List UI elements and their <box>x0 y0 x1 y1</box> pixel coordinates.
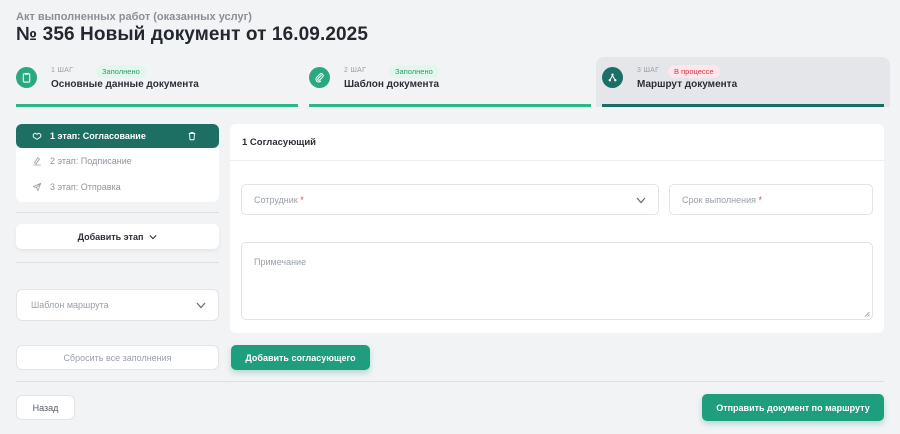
stage-item-signing[interactable]: 2 этап: Подписание <box>32 156 132 166</box>
stage-label: 2 этап: Подписание <box>50 156 132 166</box>
chevron-down-icon <box>149 234 157 239</box>
route-template-select[interactable]: Шаблон маршрута <box>16 289 219 321</box>
chevron-down-icon <box>196 302 206 309</box>
back-label: Назад <box>32 402 59 413</box>
divider <box>16 212 219 213</box>
trash-icon[interactable] <box>187 131 197 141</box>
divider <box>230 160 884 161</box>
step-progress-bar <box>16 104 298 107</box>
required-mark: * <box>300 195 304 205</box>
due-date-field[interactable]: Срок выполнения * <box>669 184 873 215</box>
route-template-placeholder: Шаблон маршрута <box>31 300 109 310</box>
approver-card: 1 Согласующий Сотрудник * Срок выполнени… <box>230 124 884 333</box>
reset-label: Сбросить все заполнения <box>63 352 172 363</box>
add-approver-label: Добавить согласующего <box>245 352 356 363</box>
stage-item-sending[interactable]: 3 этап: Отправка <box>32 182 121 192</box>
send-icon <box>32 182 42 192</box>
required-mark: * <box>758 195 763 205</box>
card-title: 1 Согласующий <box>242 137 317 148</box>
divider <box>16 262 219 263</box>
step-label: Шаблон документа <box>344 79 440 90</box>
note-textarea[interactable]: Примечание <box>241 242 873 320</box>
page-title: № 356 Новый документ от 16.09.2025 <box>16 24 369 45</box>
step-number: 3 ШАГ <box>637 67 660 74</box>
add-approver-button[interactable]: Добавить согласующего <box>231 345 370 370</box>
divider <box>16 381 884 382</box>
due-placeholder: Срок выполнения <box>682 195 756 205</box>
step-progress-bar <box>602 104 884 107</box>
status-badge: Заполнено <box>96 65 146 78</box>
resize-grip-icon[interactable] <box>864 311 870 317</box>
send-label: Отправить документ по маршруту <box>716 402 870 413</box>
stage-label: 3 этап: Отправка <box>50 182 121 192</box>
stage-label: 1 этап: Согласование <box>50 131 146 141</box>
add-stage-button[interactable]: Добавить этап <box>16 224 219 249</box>
reset-button[interactable]: Сбросить все заполнения <box>16 345 219 370</box>
step-label: Основные данные документа <box>51 79 199 90</box>
send-document-button[interactable]: Отправить документ по маршруту <box>702 394 884 421</box>
step-3[interactable]: 3 ШАГ В процессе Маршрут документа <box>596 57 890 107</box>
step-progress-bar <box>309 104 591 107</box>
step-2[interactable]: 2 ШАГ Заполнено Шаблон документа <box>309 57 591 107</box>
back-button[interactable]: Назад <box>16 395 75 420</box>
step-1[interactable]: 1 ШАГ Заполнено Основные данные документ… <box>16 57 298 107</box>
status-badge: Заполнено <box>389 65 439 78</box>
add-stage-label: Добавить этап <box>77 231 144 242</box>
employee-placeholder: Сотрудник <box>254 195 298 205</box>
document-kind: Акт выполненных работ (оказанных услуг) <box>16 11 252 23</box>
stage-item-approval[interactable]: 1 этап: Согласование <box>16 124 219 148</box>
status-badge: В процессе <box>668 65 720 78</box>
step-number: 1 ШАГ <box>51 67 74 74</box>
step-label: Маршрут документа <box>637 79 738 90</box>
route-icon <box>602 67 623 88</box>
employee-select[interactable]: Сотрудник * <box>241 184 659 215</box>
paperclip-icon <box>309 67 330 88</box>
handshake-icon <box>32 132 42 140</box>
signature-icon <box>33 157 41 166</box>
step-number: 2 ШАГ <box>344 67 367 74</box>
clipboard-icon <box>16 67 37 88</box>
chevron-down-icon <box>636 197 646 204</box>
note-placeholder: Примечание <box>254 257 307 267</box>
stage-list: 2 этап: Подписание 3 этап: Отправка <box>16 148 219 202</box>
